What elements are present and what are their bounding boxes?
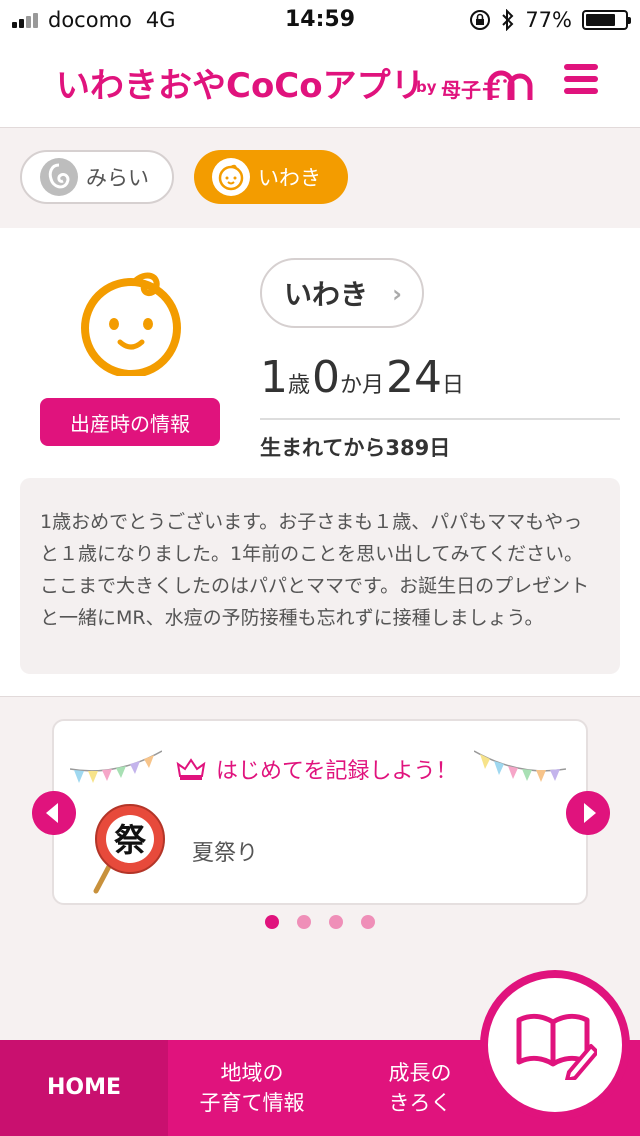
tab-mirai[interactable]: みらい	[20, 150, 174, 204]
carousel-heading: はじめてを記録しよう！	[176, 753, 458, 785]
fan-kanji: 祭	[114, 821, 147, 859]
tab-iwaki[interactable]: いわき	[194, 150, 348, 204]
carousel-heading-text: はじめてを記録しよう！	[216, 759, 458, 784]
age-years: 1	[260, 352, 288, 403]
menu-bar	[564, 88, 598, 94]
child-name-button[interactable]: いわき ›	[260, 258, 424, 328]
days-since-birth: 生まれてから389日	[260, 436, 451, 460]
nav-local-line2: 子育て情報	[199, 1091, 305, 1115]
pagination-dot[interactable]	[361, 915, 375, 929]
tab-mirai-label: みらい	[86, 166, 149, 190]
nav-local-line1: 地域の	[220, 1061, 284, 1085]
nav-growth-line2: きろく	[388, 1091, 452, 1115]
crown-icon	[176, 758, 206, 780]
carousel-prev-button[interactable]	[32, 791, 76, 835]
hamburger-menu-button[interactable]	[564, 64, 598, 98]
tab-iwaki-label: いわき	[258, 166, 321, 190]
child-name: いわき	[284, 278, 369, 311]
chevron-right-icon: ›	[392, 280, 402, 308]
child-profile-card: 出産時の情報 いわき › 1 歳 0 か月 24 日 生まれてから389日 1歳…	[0, 228, 640, 696]
battery-percent: 77%	[525, 8, 572, 32]
nav-local-childcare-info[interactable]: 地域の 子育て情報	[168, 1040, 336, 1136]
uchiwa-fan-icon: 祭	[93, 804, 165, 894]
child-age: 1 歳 0 か月 24 日	[260, 352, 466, 403]
pagination-dot[interactable]	[265, 915, 279, 929]
divider	[260, 418, 620, 420]
age-months: 0	[312, 352, 341, 403]
age-years-unit: 歳	[288, 373, 311, 398]
nav-growth-record[interactable]: 成長の きろく	[336, 1040, 504, 1136]
birth-info-button[interactable]: 出産時の情報	[40, 398, 220, 446]
menu-bar	[564, 76, 598, 82]
age-days-unit: 日	[442, 373, 465, 398]
nav-growth-line1: 成長の	[388, 1061, 452, 1085]
fetus-icon	[40, 158, 78, 196]
diary-write-button[interactable]	[480, 970, 630, 1120]
age-days: 24	[386, 352, 443, 403]
garland-left-icon	[70, 750, 162, 783]
rotation-lock-icon	[470, 10, 491, 30]
battery-icon	[582, 10, 631, 30]
penguin-logo-icon	[487, 70, 533, 100]
menu-bar	[564, 64, 598, 70]
carousel-next-button[interactable]	[566, 791, 610, 835]
status-bar: docomo 4G 14:59 77%	[0, 0, 640, 40]
baby-face-icon	[212, 158, 250, 196]
milestone-message: 1歳おめでとうございます。お子さまも１歳、パパもママもやっと１歳になりました。1…	[20, 478, 620, 674]
pagination-dot[interactable]	[329, 915, 343, 929]
garland-right-icon	[474, 750, 566, 782]
nav-home-label: HOME	[46, 1075, 122, 1100]
carousel-slide[interactable]: はじめてを記録しよう！ 祭 夏祭り	[52, 719, 588, 905]
carousel-item-label: 夏祭り	[192, 841, 259, 866]
pagination-dot[interactable]	[297, 915, 311, 929]
notebook-pencil-icon	[516, 1013, 597, 1080]
baby-avatar-icon	[81, 272, 181, 376]
carousel-pagination	[0, 915, 640, 929]
age-months-unit: か月	[340, 373, 385, 398]
nav-home[interactable]: HOME	[0, 1040, 168, 1136]
app-by-label: by	[416, 78, 437, 96]
child-tabs: みらい いわき	[0, 128, 640, 228]
app-header: いわきおやCoCoアプリ by 母子モ	[0, 40, 640, 128]
bluetooth-icon	[502, 9, 514, 31]
app-title: いわきおやCoCoアプリ	[56, 66, 425, 106]
